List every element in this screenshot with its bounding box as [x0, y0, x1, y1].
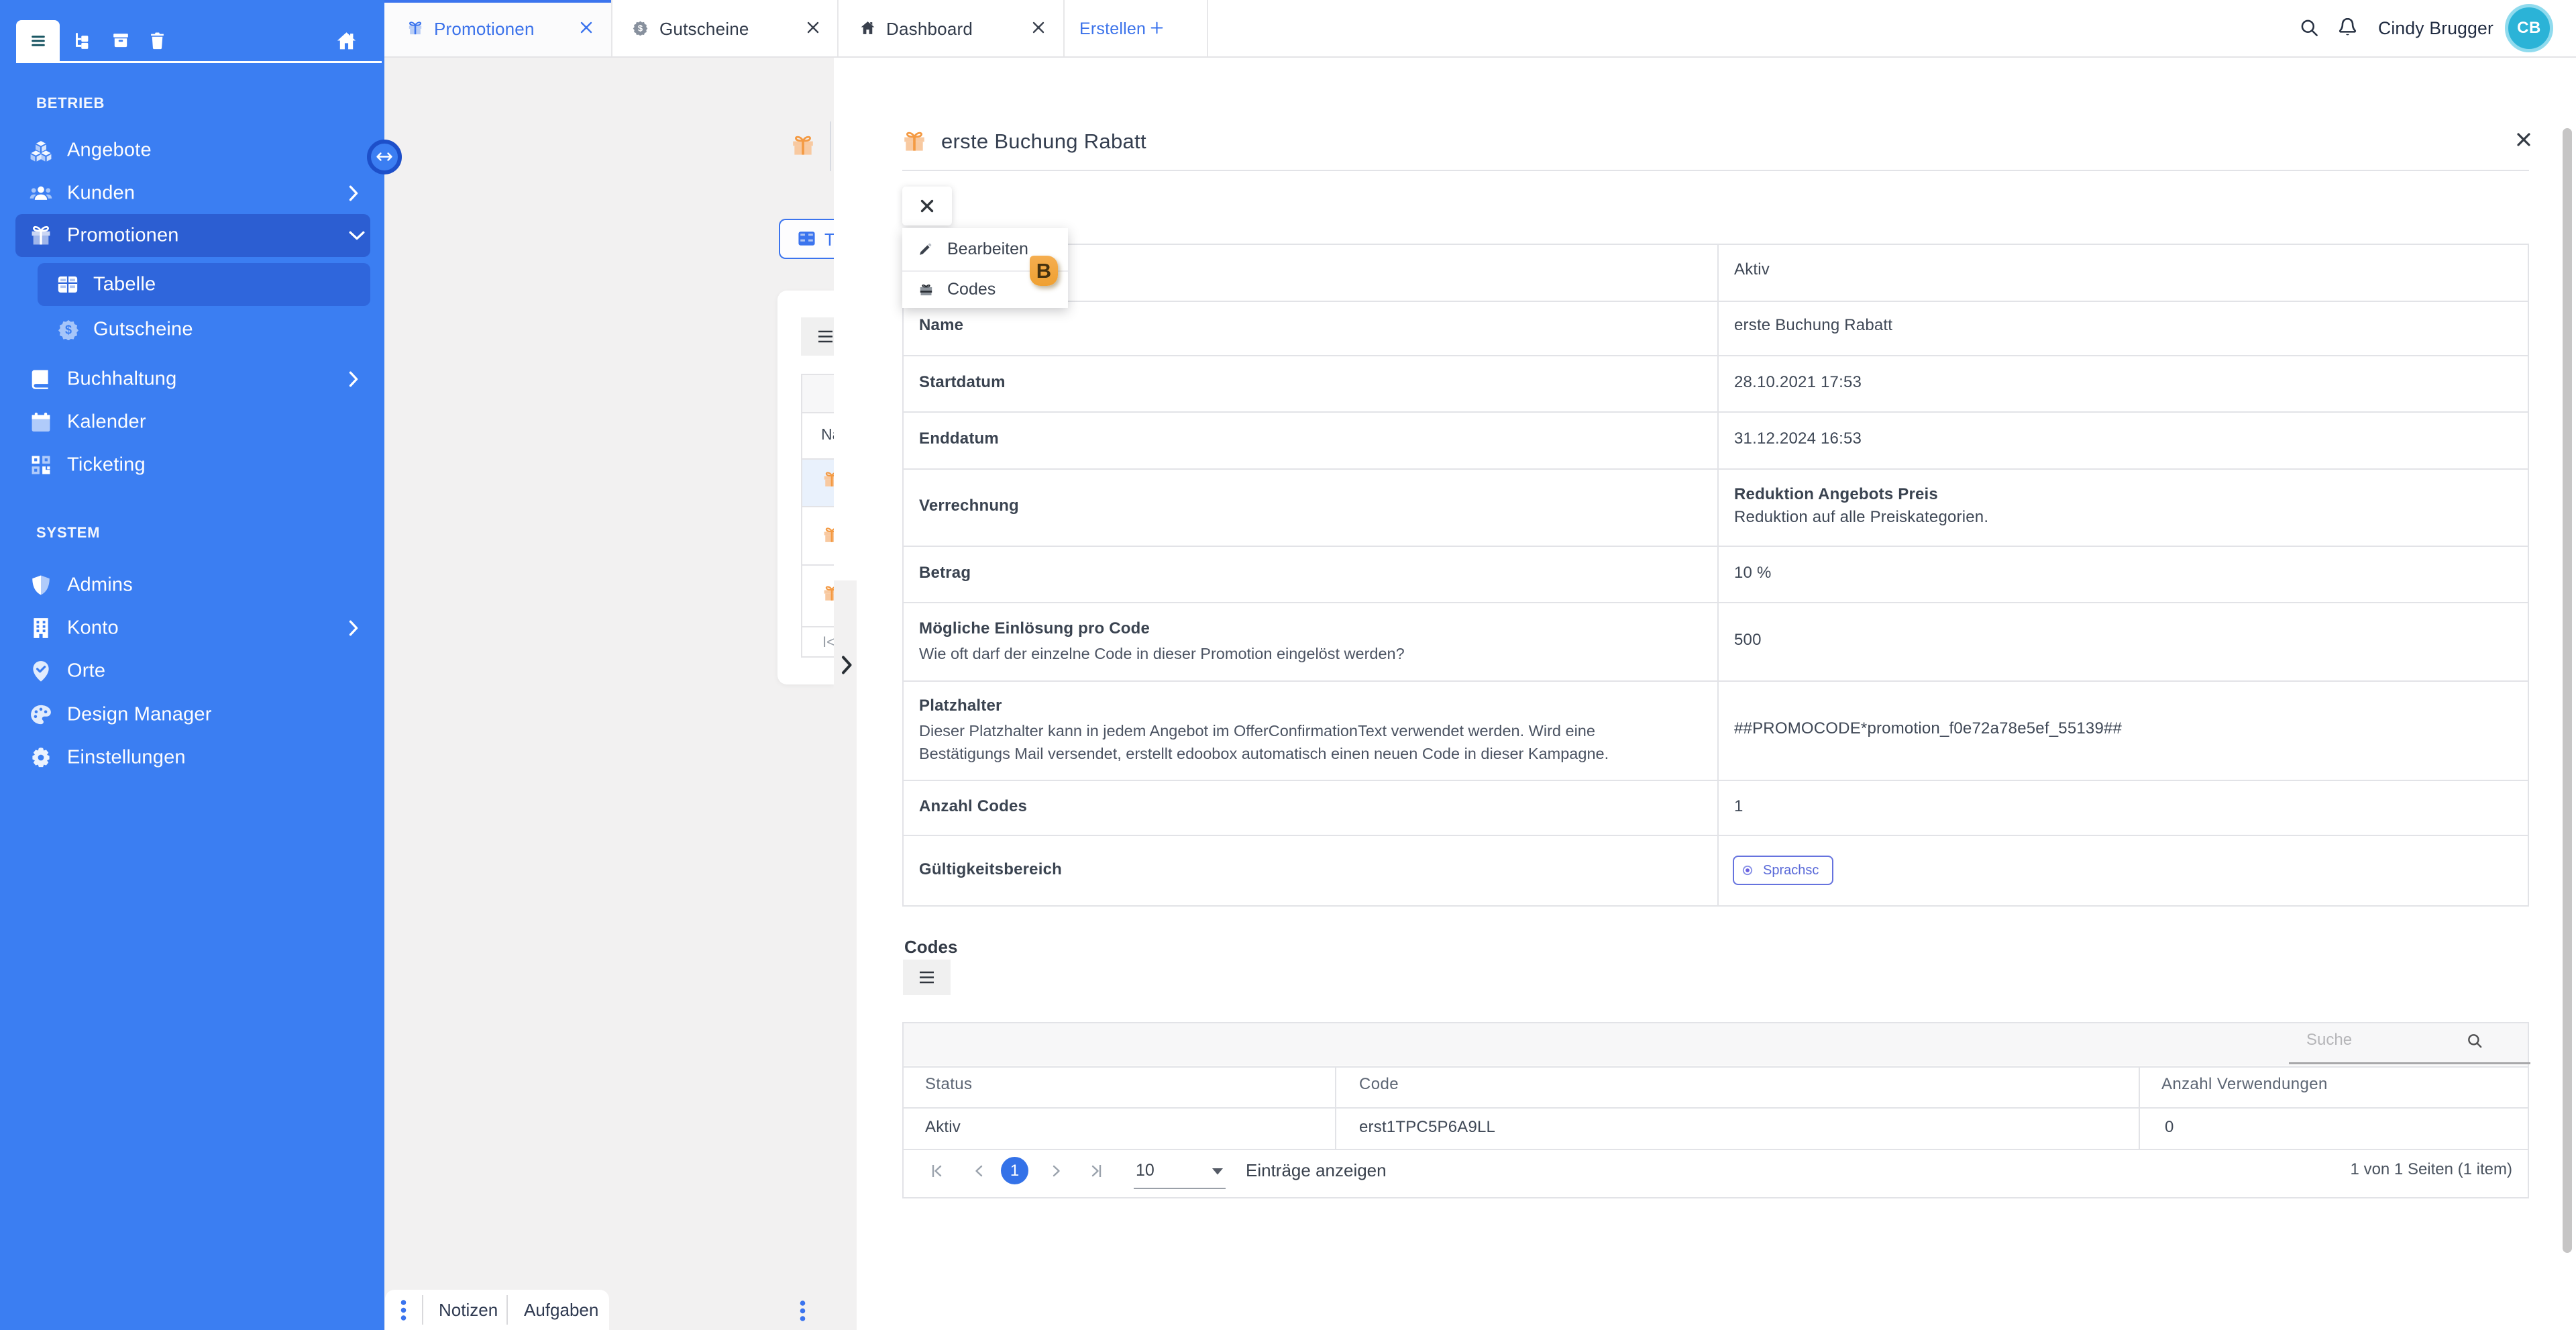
- svg-text:$: $: [638, 23, 643, 33]
- svg-text:$: $: [65, 323, 72, 337]
